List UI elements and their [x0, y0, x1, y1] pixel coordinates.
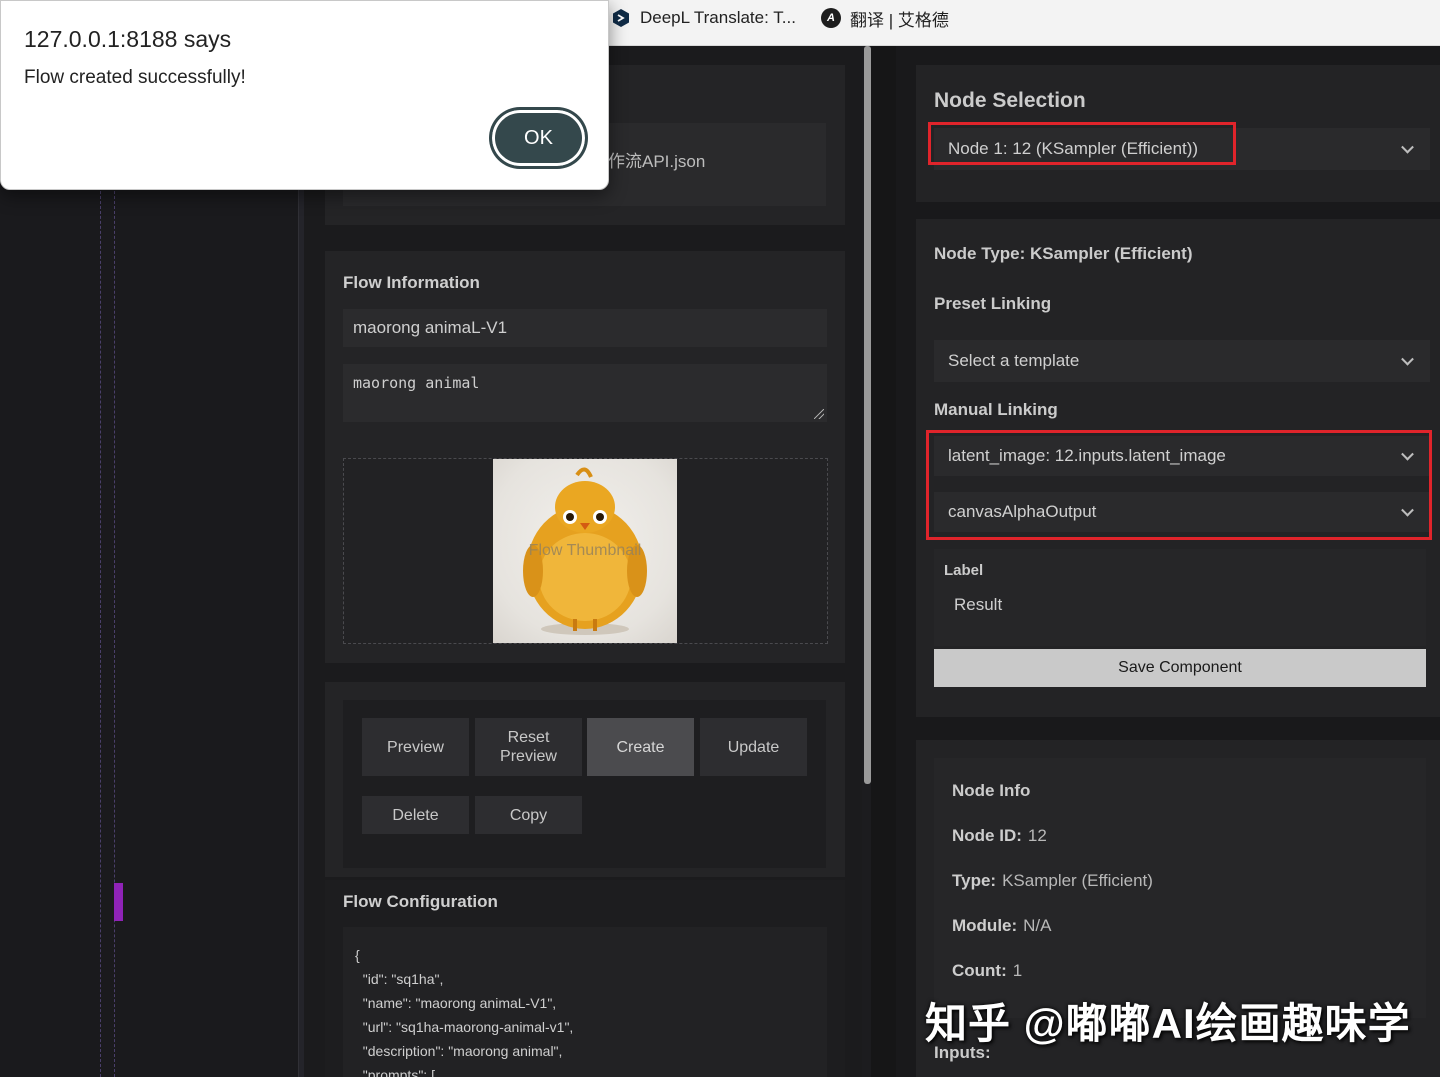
update-button[interactable]: Update [700, 718, 807, 776]
dialog-message: Flow created successfully! [24, 67, 246, 88]
thumbnail-placeholder-label: Flow Thumbnail [528, 542, 642, 559]
tab-label: DeepL Translate: T... [640, 8, 796, 27]
dialog-origin: 127.0.0.1:8188 says [24, 26, 232, 52]
node-count-row: Count: 1 [952, 961, 1022, 981]
reset-preview-button[interactable]: Reset Preview [475, 718, 582, 776]
node-id-row: Node ID: 12 [952, 826, 1047, 846]
node-info-title: Node Info [952, 781, 1031, 800]
output-link-value: canvasAlphaOutput [948, 502, 1097, 521]
grid-line [114, 186, 115, 1077]
label-field-title: Label [944, 562, 984, 579]
input-link-dropdown[interactable]: latent_image: 12.inputs.latent_image [934, 436, 1430, 476]
node-count-value: 1 [1012, 961, 1023, 980]
left-canvas-pane [0, 46, 304, 1077]
ok-button[interactable]: OK [490, 108, 587, 168]
manual-linking-title: Manual Linking [934, 400, 1058, 419]
tab-iciba[interactable]: A 翻译 | 艾格德 [821, 6, 949, 30]
resize-grip-icon[interactable] [814, 409, 824, 419]
output-link-dropdown[interactable]: canvasAlphaOutput [934, 492, 1430, 532]
node-id-value: 12 [1027, 826, 1047, 845]
flow-information-title: Flow Information [343, 273, 480, 292]
copy-button[interactable]: Copy [475, 796, 582, 834]
iciba-icon: A [821, 8, 841, 28]
grid-line [100, 186, 101, 1077]
node-type-value: KSampler (Efficient) [1002, 871, 1153, 890]
tab-deepl[interactable]: DeepL Translate: T... [611, 6, 796, 30]
deepl-icon [611, 8, 631, 28]
panel-divider [871, 46, 896, 1077]
flow-description-textarea[interactable]: maorong animal [343, 364, 827, 422]
tab-label: 翻译 | 艾格德 [850, 10, 949, 30]
middle-scrollbar[interactable] [864, 46, 871, 784]
flow-config-json[interactable]: { "id": "sq1ha", "name": "maorong animaL… [343, 927, 827, 1077]
flow-description-text: maorong animal [353, 374, 480, 392]
create-button[interactable]: Create [587, 718, 694, 776]
preview-button[interactable]: Preview [362, 718, 469, 776]
node-selection-title: Node Selection [934, 89, 1086, 112]
node-count-key: Count: [952, 961, 1007, 980]
chevron-down-icon [1401, 503, 1414, 517]
workflow-file-name: 作流API.json [608, 152, 706, 171]
node-type-row: Type: KSampler (Efficient) [952, 871, 1153, 891]
alert-dialog: 127.0.0.1:8188 says Flow created success… [0, 0, 609, 190]
node-module-key: Module: [952, 916, 1018, 935]
node-module-value: N/A [1023, 916, 1052, 935]
label-input[interactable]: Result [944, 588, 1420, 622]
node-type-title: Node Type: KSampler (Efficient) [934, 244, 1193, 263]
node-module-row: Module: N/A [952, 916, 1052, 936]
flow-configuration-title: Flow Configuration [343, 892, 498, 911]
node-id-key: Node ID: [952, 826, 1022, 845]
chevron-down-icon [1401, 447, 1414, 461]
template-select-dropdown[interactable]: Select a template [934, 340, 1430, 382]
zhihu-watermark: 知乎 @嘟嘟AI绘画趣味学 [925, 1000, 1411, 1047]
node-marker [114, 883, 123, 921]
template-select-placeholder: Select a template [948, 351, 1080, 370]
flow-thumbnail-image[interactable]: Flow Thumbnail [493, 459, 677, 643]
flow-name-input[interactable]: maorong animaL-V1 [343, 309, 827, 347]
node-select-value: Node 1: 12 (KSampler (Efficient)) [948, 139, 1199, 158]
chevron-down-icon [1401, 140, 1414, 154]
node-select-dropdown[interactable]: Node 1: 12 (KSampler (Efficient)) [934, 128, 1430, 170]
chevron-down-icon [1401, 352, 1414, 366]
node-type-key: Type: [952, 871, 997, 890]
delete-button[interactable]: Delete [362, 796, 469, 834]
input-link-value: latent_image: 12.inputs.latent_image [948, 446, 1226, 465]
save-component-button[interactable]: Save Component [934, 649, 1426, 687]
preset-linking-title: Preset Linking [934, 294, 1052, 313]
